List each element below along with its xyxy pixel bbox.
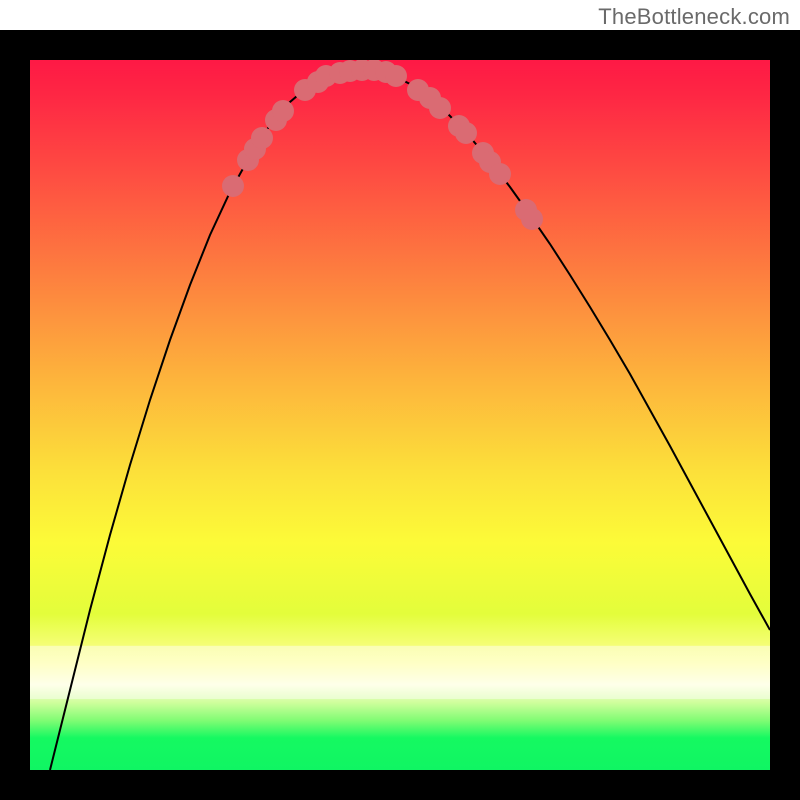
chart-plot-area xyxy=(30,60,770,770)
chart-dot xyxy=(489,163,511,185)
chart-dot xyxy=(521,208,543,230)
watermark-text: TheBottleneck.com xyxy=(598,4,790,30)
chart-svg xyxy=(30,60,770,770)
chart-dot xyxy=(455,122,477,144)
chart-dot xyxy=(251,127,273,149)
chart-dot xyxy=(429,97,451,119)
chart-dot xyxy=(272,100,294,122)
chart-dot xyxy=(222,175,244,197)
chart-pale-band xyxy=(30,646,770,699)
chart-dot xyxy=(385,65,407,87)
